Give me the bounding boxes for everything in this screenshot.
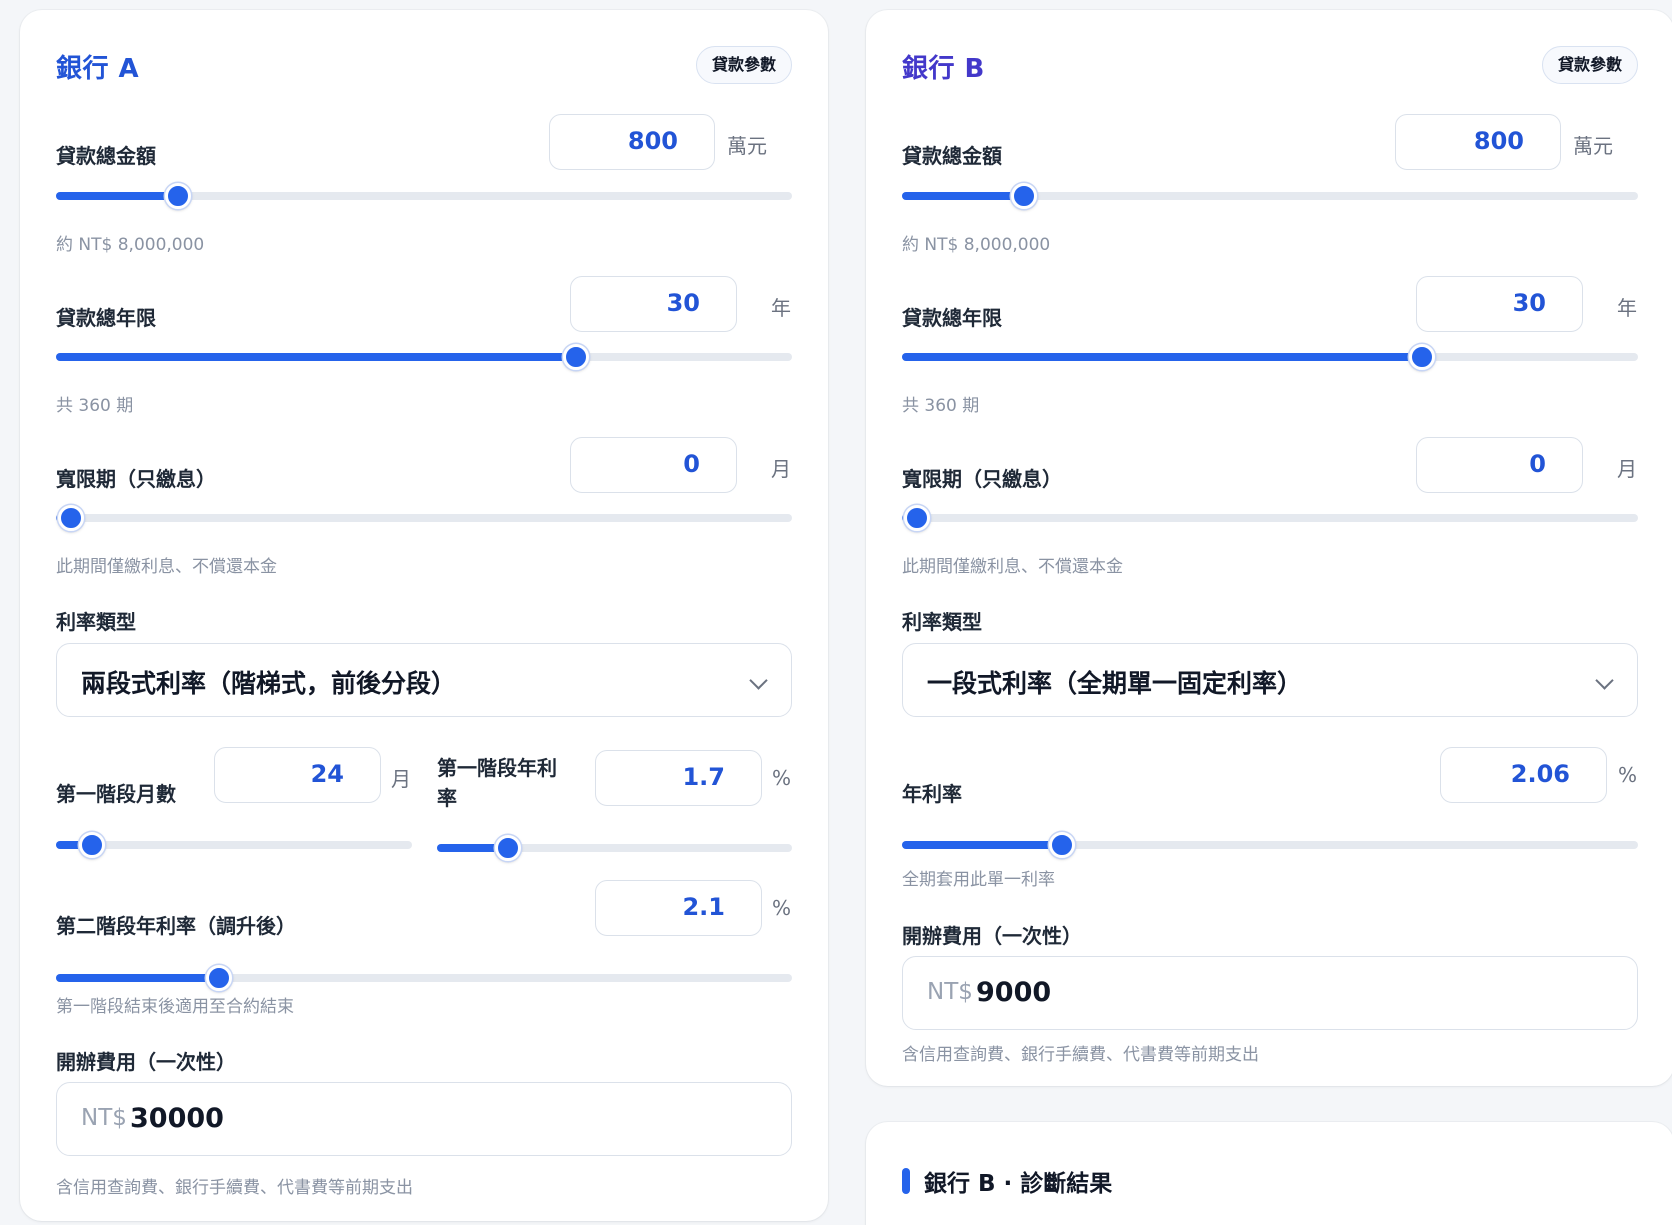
rate-type-label: 利率類型: [56, 610, 136, 634]
currency-prefix: NT$: [927, 979, 973, 1005]
opening-fee-value: 9000: [976, 977, 1052, 1008]
stage1-rate-slider[interactable]: [437, 835, 792, 861]
slider-fill: [902, 353, 1422, 361]
opening-fee-input[interactable]: NT$ 9000: [902, 956, 1638, 1030]
section-accent-bar: [902, 1168, 910, 1194]
loan-amount-input[interactable]: 800: [1395, 114, 1561, 170]
grace-period-slider[interactable]: [56, 505, 792, 531]
opening-fee-hint: 含信用查詢費、銀行手續費、代書費等前期支出: [902, 1045, 1259, 1065]
slider-fill: [902, 841, 1063, 849]
slider-track: [56, 841, 412, 849]
diagnosis-title: 銀行 B · 診斷結果: [924, 1171, 1113, 1197]
stage2-rate-hint: 第一階段結束後適用至合約結束: [56, 997, 294, 1017]
slider-thumb[interactable]: [57, 505, 84, 531]
annual-rate-label: 年利率: [902, 782, 962, 806]
grace-period-slider[interactable]: [902, 505, 1638, 531]
stage2-rate-slider[interactable]: [56, 965, 792, 991]
opening-fee-hint: 含信用查詢費、銀行手續費、代書費等前期支出: [56, 1178, 413, 1198]
slider-track: [902, 514, 1638, 522]
slider-track: [56, 514, 792, 522]
slider-thumb[interactable]: [562, 344, 589, 370]
rate-type-value: 一段式利率（全期單一固定利率）: [927, 669, 1303, 698]
bank-a-card: 銀行 A 貸款參數 貸款總金額 800 萬元 約 NT$ 8,000,000 貸…: [20, 10, 828, 1221]
loan-amount-label: 貸款總金額: [56, 144, 156, 168]
slider-fill: [56, 974, 220, 982]
chevron-down-icon: [1595, 671, 1614, 690]
slider-thumb[interactable]: [1408, 344, 1435, 370]
rate-type-value: 兩段式利率（階梯式，前後分段）: [81, 669, 457, 698]
loan-years-slider[interactable]: [902, 344, 1638, 370]
annual-rate-slider[interactable]: [902, 832, 1638, 858]
bank-b-card: 銀行 B 貸款參數 貸款總金額 800 萬元 約 NT$ 8,000,000 貸…: [866, 10, 1672, 1086]
stage1-months-unit: 月: [391, 767, 411, 791]
loan-amount-slider[interactable]: [902, 183, 1638, 209]
stage2-rate-unit: %: [772, 896, 792, 920]
stage1-rate-label-line2: 率: [437, 786, 457, 810]
slider-thumb[interactable]: [1011, 183, 1038, 209]
annual-rate-hint: 全期套用此單一利率: [902, 870, 1055, 890]
slider-thumb[interactable]: [78, 832, 105, 858]
currency-prefix: NT$: [81, 1105, 127, 1131]
grace-period-unit: 月: [1617, 457, 1637, 481]
stage1-rate-label-line1: 第一階段年利: [437, 756, 557, 780]
stage1-months-input[interactable]: 24: [214, 747, 381, 803]
slider-thumb[interactable]: [903, 505, 930, 531]
stage1-rate-input[interactable]: 1.7: [595, 750, 762, 806]
loan-years-unit: 年: [771, 296, 791, 320]
stage2-rate-label: 第二階段年利率（調升後）: [56, 914, 296, 938]
opening-fee-label: 開辦費用（一次性）: [902, 924, 1082, 948]
loan-amount-hint: 約 NT$ 8,000,000: [56, 235, 205, 255]
loan-amount-input[interactable]: 800: [549, 114, 715, 170]
loan-years-label: 貸款總年限: [56, 306, 156, 330]
slider-thumb[interactable]: [206, 965, 233, 991]
chevron-down-icon: [749, 671, 768, 690]
loan-years-slider[interactable]: [56, 344, 792, 370]
loan-amount-unit: 萬元: [1573, 134, 1613, 158]
grace-period-label: 寬限期（只繳息）: [56, 467, 216, 491]
stage1-months-slider[interactable]: [56, 832, 412, 858]
loan-years-input[interactable]: 30: [570, 276, 737, 332]
loan-years-hint: 共 360 期: [56, 396, 134, 416]
slider-thumb[interactable]: [1049, 832, 1076, 858]
slider-thumb[interactable]: [165, 183, 192, 209]
diagnosis-card: 銀行 B · 診斷結果: [866, 1122, 1672, 1225]
loan-amount-hint: 約 NT$ 8,000,000: [902, 235, 1051, 255]
loan-params-badge: 貸款參數: [695, 46, 792, 84]
loan-amount-unit: 萬元: [727, 134, 767, 158]
opening-fee-value: 30000: [130, 1103, 224, 1134]
loan-comparison-page: 銀行 A 貸款參數 貸款總金額 800 萬元 約 NT$ 8,000,000 貸…: [0, 0, 1672, 1225]
stage2-rate-input[interactable]: 2.1: [595, 880, 762, 936]
loan-params-badge: 貸款參數: [1541, 46, 1638, 84]
slider-fill: [902, 192, 1025, 200]
annual-rate-unit: %: [1618, 763, 1638, 787]
slider-thumb[interactable]: [495, 835, 521, 861]
loan-years-input[interactable]: 30: [1416, 276, 1583, 332]
loan-years-hint: 共 360 期: [902, 396, 980, 416]
grace-period-hint: 此期間僅繳利息、不償還本金: [902, 557, 1123, 577]
grace-period-label: 寬限期（只繳息）: [902, 467, 1062, 491]
loan-years-unit: 年: [1617, 296, 1637, 320]
grace-period-hint: 此期間僅繳利息、不償還本金: [56, 557, 277, 577]
stage1-rate-unit: %: [772, 766, 792, 790]
grace-period-input[interactable]: 0: [1416, 437, 1583, 493]
stage1-months-label: 第一階段月數: [56, 782, 176, 806]
rate-type-select[interactable]: 一段式利率（全期單一固定利率）: [902, 643, 1638, 717]
stage1-rate-label: 第一階段年利 率: [437, 753, 557, 813]
loan-amount-label: 貸款總金額: [902, 144, 1002, 168]
bank-b-title: 銀行 B: [902, 54, 985, 84]
rate-type-select[interactable]: 兩段式利率（階梯式，前後分段）: [56, 643, 792, 717]
loan-amount-slider[interactable]: [56, 183, 792, 209]
grace-period-input[interactable]: 0: [570, 437, 737, 493]
loan-years-label: 貸款總年限: [902, 306, 1002, 330]
rate-type-label: 利率類型: [902, 610, 982, 634]
opening-fee-input[interactable]: NT$ 30000: [56, 1082, 792, 1156]
opening-fee-label: 開辦費用（一次性）: [56, 1050, 236, 1074]
grace-period-unit: 月: [771, 457, 791, 481]
slider-fill: [56, 353, 576, 361]
slider-fill: [56, 192, 179, 200]
annual-rate-input[interactable]: 2.06: [1440, 747, 1607, 803]
bank-a-title: 銀行 A: [56, 54, 140, 84]
